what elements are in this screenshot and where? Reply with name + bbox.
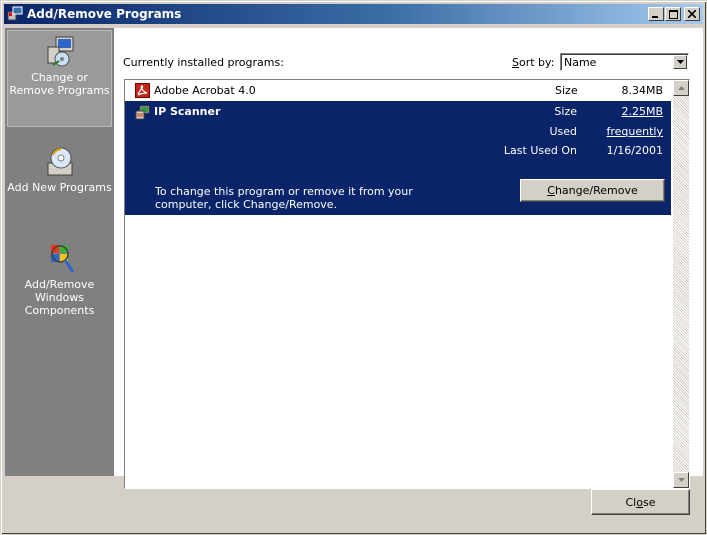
main-panel: Currently installed programs: Sort by: N… (114, 28, 703, 489)
windows-components-icon (50, 245, 74, 273)
close-label-pre: Cl (625, 495, 637, 509)
minimize-button[interactable] (648, 7, 664, 21)
minimize-icon (652, 16, 658, 18)
title-bar[interactable]: Add/Remove Programs (4, 4, 703, 24)
arrow-down-icon (677, 478, 685, 482)
app-icon (7, 6, 23, 21)
maximize-button[interactable] (665, 7, 681, 21)
program-used-label: Used (549, 125, 577, 138)
sort-by-text: ort by: (518, 56, 555, 69)
maximize-icon (668, 9, 678, 19)
program-size-label: Size (555, 84, 578, 97)
close-window-button[interactable] (684, 7, 700, 21)
scroll-up-button[interactable] (673, 80, 689, 96)
program-size-value: 8.34MB (621, 84, 663, 97)
window-title: Add/Remove Programs (27, 7, 182, 21)
change-remove-label: hange/Remove (554, 184, 638, 197)
program-row-adobe-acrobat[interactable]: Adobe Acrobat 4.0 Size 8.34MB (125, 80, 671, 101)
sidebar-item-add-new[interactable]: Add New Programs (7, 141, 112, 221)
program-name: Adobe Acrobat 4.0 (154, 84, 256, 97)
ip-scanner-icon (135, 105, 150, 120)
arrow-up-icon (677, 86, 685, 90)
add-remove-programs-window: Add/Remove Programs Change or Remove Pro… (0, 0, 707, 535)
vertical-scrollbar[interactable] (673, 80, 689, 488)
chevron-down-icon (676, 60, 684, 64)
scroll-down-button[interactable] (673, 472, 689, 488)
sort-by-select[interactable]: Name (560, 53, 689, 71)
program-name: IP Scanner (154, 105, 221, 118)
program-size-label: Size (554, 105, 577, 118)
program-row-ip-scanner[interactable]: IP Scanner Size 2.25MB Used frequently L… (125, 101, 671, 215)
sidebar-item-label: Change or Remove Programs (9, 71, 110, 97)
sort-by-value: Name (564, 56, 597, 69)
change-remove-accel: C (547, 184, 555, 197)
sidebar-item-label: Add/Remove Windows Components (24, 278, 95, 317)
sort-by-accel: S (512, 56, 519, 69)
program-used-link[interactable]: frequently (607, 125, 664, 138)
change-remove-programs-icon (47, 36, 73, 67)
close-label-rest: se (642, 495, 656, 509)
sort-by-label: Sort by: (512, 56, 554, 69)
installed-programs-label: Currently installed programs: (123, 56, 284, 69)
sidebar-item-label: Add New Programs (7, 181, 112, 194)
program-description: To change this program or remove it from… (155, 185, 413, 211)
program-last-used-label: Last Used On (503, 144, 577, 157)
close-button[interactable]: Cl o se (591, 489, 690, 515)
close-accel: o (636, 495, 643, 509)
program-last-used-value: 1/16/2001 (606, 144, 663, 157)
sidebar-item-change-remove[interactable]: Change or Remove Programs (7, 30, 112, 127)
acrobat-icon (135, 83, 150, 98)
programs-list[interactable]: Adobe Acrobat 4.0 Size 8.34MB IP Scanner… (124, 79, 690, 489)
program-size-link[interactable]: 2.25MB (621, 105, 663, 118)
sort-dropdown-button[interactable] (673, 55, 687, 69)
close-icon (688, 10, 696, 18)
add-new-programs-icon (47, 147, 72, 176)
sidebar: Change or Remove Programs Add New Progra… (5, 28, 114, 476)
sidebar-item-windows-components[interactable]: Add/Remove Windows Components (7, 238, 112, 333)
change-remove-button[interactable]: Change/Remove (520, 179, 665, 202)
